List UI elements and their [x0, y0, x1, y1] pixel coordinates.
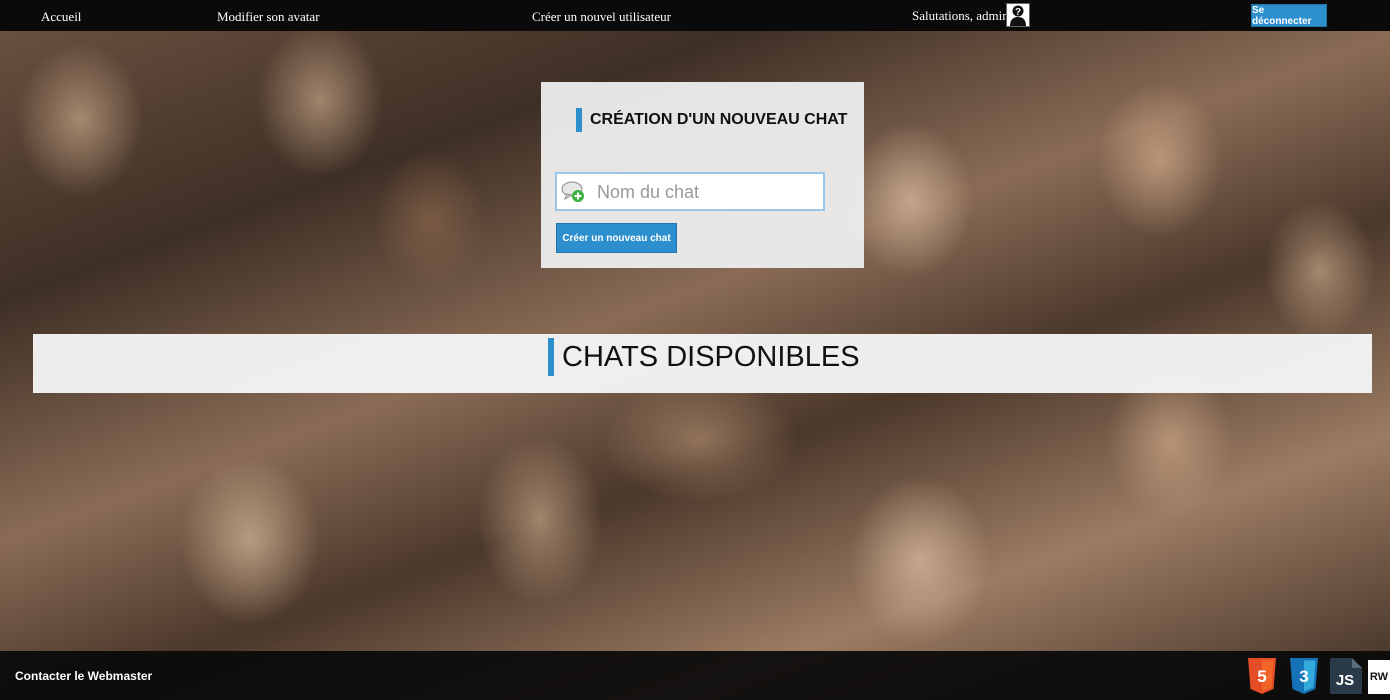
css3-icon: 3: [1288, 658, 1320, 694]
create-chat-title: CRÉATION D'UN NOUVEAU CHAT: [576, 108, 847, 132]
unknown-user-icon: ?: [1010, 5, 1026, 26]
nav-link-create-user[interactable]: Créer un nouvel utilisateur: [532, 9, 671, 25]
responsive-web-icon: RW: [1368, 660, 1390, 694]
chat-name-input[interactable]: [595, 178, 821, 207]
javascript-icon: JS: [1330, 658, 1362, 694]
user-avatar[interactable]: ?: [1006, 3, 1030, 27]
nav-link-edit-avatar[interactable]: Modifier son avatar: [217, 9, 320, 25]
footer: Contacter le Webmaster 5 3 JS RW: [0, 651, 1390, 700]
contact-webmaster-link[interactable]: Contacter le Webmaster: [15, 669, 152, 683]
html5-icon: 5: [1246, 658, 1278, 694]
available-chats-section: CHATS DISPONIBLES: [33, 334, 1372, 393]
logout-button[interactable]: Se déconnecter: [1251, 4, 1327, 27]
chat-name-field[interactable]: [555, 172, 825, 211]
nav-link-home[interactable]: Accueil: [41, 9, 81, 25]
top-navigation-bar: Accueil Modifier son avatar Créer un nou…: [0, 0, 1390, 31]
create-chat-button[interactable]: Créer un nouveau chat: [556, 223, 677, 253]
svg-text:5: 5: [1257, 667, 1266, 686]
available-chats-title: CHATS DISPONIBLES: [548, 338, 860, 376]
svg-text:3: 3: [1299, 667, 1308, 686]
svg-text:?: ?: [1015, 7, 1021, 18]
create-chat-panel: CRÉATION D'UN NOUVEAU CHAT Créer un nouv…: [541, 82, 864, 268]
greeting-text: Salutations, admin: [912, 8, 1009, 23]
svg-text:JS: JS: [1336, 672, 1354, 689]
add-chat-icon: [561, 181, 584, 202]
